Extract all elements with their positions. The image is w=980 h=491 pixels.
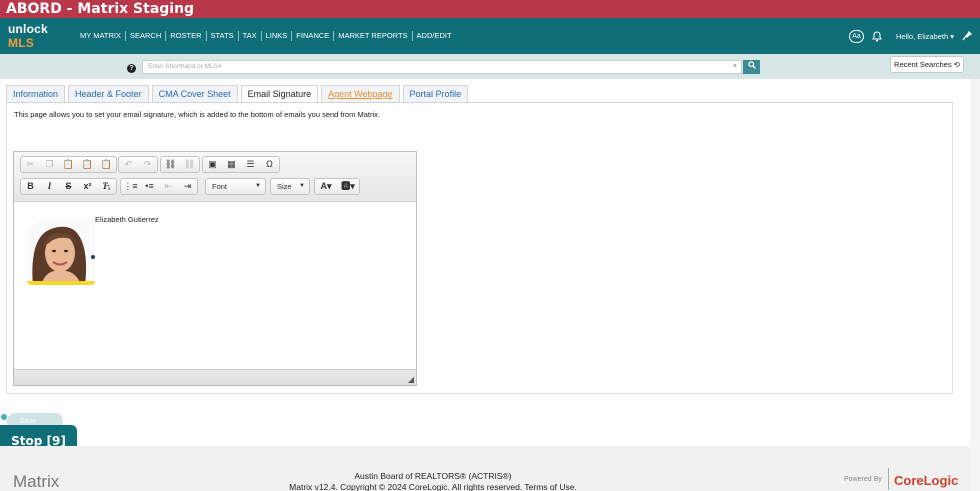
- numbered-list-icon[interactable]: ⋮≡: [121, 179, 140, 194]
- font-select[interactable]: Font ▼: [205, 178, 266, 195]
- nav-links-menu[interactable]: LINKS: [262, 31, 292, 41]
- size-select-label: Size: [277, 182, 292, 191]
- link-group: ⛓ ⛓: [160, 156, 200, 173]
- settings-tabs: Information Header & Footer CMA Cover Sh…: [6, 85, 469, 103]
- logo-mls-text: MLS: [8, 36, 34, 50]
- size-select[interactable]: Size ▼: [270, 178, 310, 195]
- tab-information[interactable]: Information: [6, 85, 66, 102]
- nav-links: MY MATRIX SEARCH ROSTER STATS TAX LINKS …: [76, 31, 456, 41]
- nav-search[interactable]: SEARCH: [126, 31, 165, 41]
- color-group: A▾ 🅰▾: [314, 178, 360, 195]
- page-scrollbar[interactable]: [970, 79, 980, 491]
- nav-right: Aa Hello, Elizabeth ▾: [849, 18, 972, 54]
- footer-board-name: Austin Board of REALTORS® (ACTRIS®): [354, 471, 512, 481]
- footer-copyright[interactable]: Matrix v12.4. Copyright © 2024 CoreLogic…: [0, 482, 866, 491]
- save-label: Save: [20, 418, 36, 425]
- greeting-text: Hello, Elizabeth: [896, 31, 949, 41]
- tab-portal-profile[interactable]: Portal Profile: [402, 85, 469, 102]
- portrait-image: [27, 217, 95, 285]
- list-group: ⋮≡ •≡ ⇤ ⇥: [120, 178, 198, 195]
- signature-editor: ✂ ❐ 📋 📋 📋 ↶ ↷ ⛓ ⛓ ▣ ▦ ☰ Ω B I S x² T̶ₓ ⋮…: [13, 151, 417, 386]
- superscript-icon[interactable]: x²: [78, 179, 97, 194]
- italic-icon[interactable]: I: [40, 179, 59, 194]
- undo-group: ↶ ↷: [118, 156, 158, 173]
- paste-icon[interactable]: 📋: [59, 157, 78, 172]
- outdent-icon[interactable]: ⇤: [159, 179, 178, 194]
- powered-by-label: Powered By: [844, 476, 882, 483]
- image-icon[interactable]: ▣: [203, 157, 222, 172]
- cut-icon[interactable]: ✂: [21, 157, 40, 172]
- nav-finance[interactable]: FINANCE: [292, 31, 333, 41]
- format-group: B I S x² T̶ₓ: [20, 178, 117, 195]
- recent-searches-label: Recent Searches: [894, 60, 952, 69]
- unlink-icon[interactable]: ⛓: [180, 157, 199, 172]
- background-color-icon[interactable]: 🅰▾: [337, 179, 359, 194]
- chevron-down-icon: ▼: [255, 183, 261, 189]
- copy-icon[interactable]: ❐: [40, 157, 59, 172]
- logo-unlock-text: unlock: [8, 22, 48, 36]
- recent-searches-button[interactable]: Recent Searches ⟲: [890, 56, 964, 73]
- tab-cma-cover-sheet[interactable]: CMA Cover Sheet: [151, 85, 238, 102]
- pin-icon[interactable]: [962, 31, 972, 41]
- tab-email-signature[interactable]: Email Signature: [240, 85, 319, 103]
- nav-add-edit[interactable]: ADD/EDIT: [413, 31, 456, 41]
- bold-icon[interactable]: B: [21, 179, 40, 194]
- clear-search-icon[interactable]: ×: [733, 61, 737, 73]
- font-size-button[interactable]: Aa: [849, 29, 865, 43]
- page-footer: Matrix Austin Board of REALTORS® (ACTRIS…: [0, 446, 980, 491]
- footer-text: Austin Board of REALTORS® (ACTRIS®) Matr…: [0, 471, 866, 491]
- chevron-down-icon: ▾: [950, 31, 954, 41]
- special-char-icon[interactable]: Ω: [260, 157, 279, 172]
- editor-toolbar: ✂ ❐ 📋 📋 📋 ↶ ↷ ⛓ ⛓ ▣ ▦ ☰ Ω B I S x² T̶ₓ ⋮…: [14, 152, 416, 202]
- search-input[interactable]: Enter Shorthand or MLS# ×: [142, 60, 742, 74]
- window-title: ABORD - Matrix Staging: [0, 0, 980, 18]
- bell-icon[interactable]: [872, 30, 882, 42]
- tab-header-footer[interactable]: Header & Footer: [68, 85, 149, 102]
- paste-text-icon[interactable]: 📋: [78, 157, 97, 172]
- nav-my-matrix[interactable]: MY MATRIX: [76, 31, 125, 41]
- search-bar: ? Enter Shorthand or MLS# × Recent Searc…: [0, 54, 980, 79]
- editor-statusbar: ◢: [14, 369, 416, 385]
- footer-divider: [888, 468, 889, 490]
- font-select-label: Font: [212, 182, 228, 191]
- editor-content[interactable]: Elizabeth Gutierrez: [14, 203, 416, 369]
- indent-icon[interactable]: ⇥: [178, 179, 197, 194]
- agent-photo: [27, 217, 95, 285]
- bulleted-list-icon[interactable]: •≡: [140, 179, 159, 194]
- link-icon[interactable]: ⛓: [161, 157, 180, 172]
- history-icon: ⟲: [953, 60, 960, 69]
- text-color-icon[interactable]: A▾: [315, 179, 337, 194]
- nav-stats[interactable]: STATS: [207, 31, 238, 41]
- table-icon[interactable]: ▦: [222, 157, 241, 172]
- nav-tax[interactable]: TAX: [239, 31, 261, 41]
- undo-icon[interactable]: ↶: [119, 157, 138, 172]
- resize-handle-icon[interactable]: ◢: [408, 375, 414, 384]
- strike-icon[interactable]: S: [59, 179, 78, 194]
- chevron-down-icon: ▼: [299, 183, 305, 189]
- search-button[interactable]: [743, 60, 760, 74]
- main-nav: unlock MLS MY MATRIX SEARCH ROSTER STATS…: [0, 18, 980, 54]
- corelogic-logo: CoreLogic: [894, 473, 959, 488]
- unlock-mls-logo[interactable]: unlock MLS: [8, 22, 76, 50]
- nav-market-reports[interactable]: MARKET REPORTS: [334, 31, 411, 41]
- clipboard-group: ✂ ❐ 📋 📋 📋: [20, 156, 117, 173]
- paste-word-icon[interactable]: 📋: [97, 157, 116, 172]
- horizontal-line-icon[interactable]: ☰: [241, 157, 260, 172]
- search-placeholder: Enter Shorthand or MLS#: [148, 63, 222, 70]
- page-description: This page allows you to set your email s…: [14, 110, 381, 119]
- insert-group: ▣ ▦ ☰ Ω: [202, 156, 280, 173]
- user-menu[interactable]: Hello, Elizabeth ▾: [896, 32, 954, 41]
- help-icon[interactable]: ?: [127, 64, 136, 73]
- tab-agent-webpage[interactable]: Agent Webpage: [321, 85, 400, 102]
- nav-roster[interactable]: ROSTER: [166, 31, 205, 41]
- remove-format-icon[interactable]: T̶ₓ: [97, 179, 116, 194]
- redo-icon[interactable]: ↷: [138, 157, 157, 172]
- search-icon: [747, 61, 756, 69]
- signature-name: Elizabeth Gutierrez: [95, 215, 159, 224]
